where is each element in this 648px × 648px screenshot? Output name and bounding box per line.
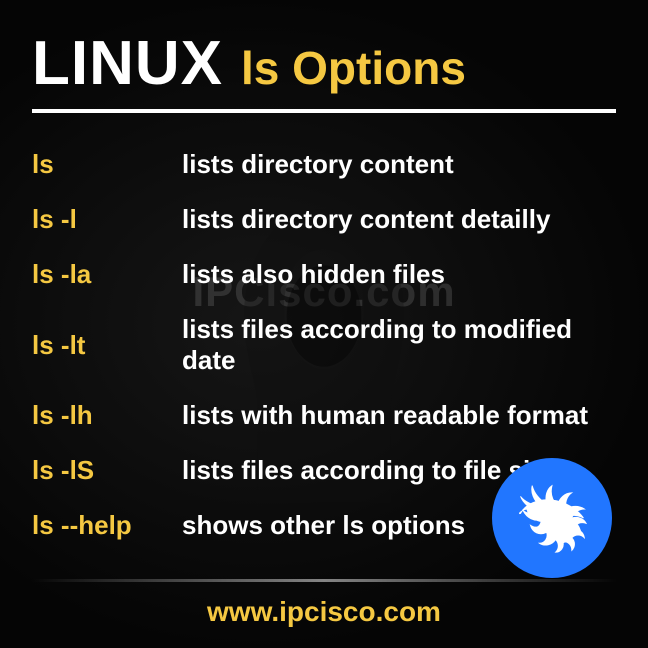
command-name: ls bbox=[32, 149, 182, 180]
command-name: ls -l bbox=[32, 204, 182, 235]
command-row: ls -la lists also hidden files bbox=[32, 259, 616, 290]
title-sub: ls Options bbox=[241, 41, 466, 95]
command-description: lists also hidden files bbox=[182, 259, 445, 290]
command-name: ls -la bbox=[32, 259, 182, 290]
kali-logo-badge bbox=[492, 458, 612, 578]
command-row: ls -lh lists with human readable format bbox=[32, 400, 616, 431]
command-row: ls -lt lists files according to modified… bbox=[32, 314, 616, 376]
kali-dragon-icon bbox=[507, 473, 597, 563]
command-description: lists directory content bbox=[182, 149, 454, 180]
command-row: ls lists directory content bbox=[32, 149, 616, 180]
footer: www.ipcisco.com bbox=[32, 579, 616, 628]
command-name: ls -lt bbox=[32, 330, 182, 361]
command-description: lists files according to file size bbox=[182, 455, 558, 486]
command-description: lists files according to modified date bbox=[182, 314, 616, 376]
header-row: LINUX ls Options bbox=[32, 28, 616, 113]
command-row: ls -l lists directory content detailly bbox=[32, 204, 616, 235]
command-description: shows other ls options bbox=[182, 510, 465, 541]
command-name: ls -lS bbox=[32, 455, 182, 486]
title-main: LINUX bbox=[32, 28, 223, 99]
command-name: ls -lh bbox=[32, 400, 182, 431]
command-name: ls --help bbox=[32, 510, 182, 541]
command-description: lists with human readable format bbox=[182, 400, 588, 431]
footer-url: www.ipcisco.com bbox=[207, 596, 441, 627]
command-description: lists directory content detailly bbox=[182, 204, 550, 235]
